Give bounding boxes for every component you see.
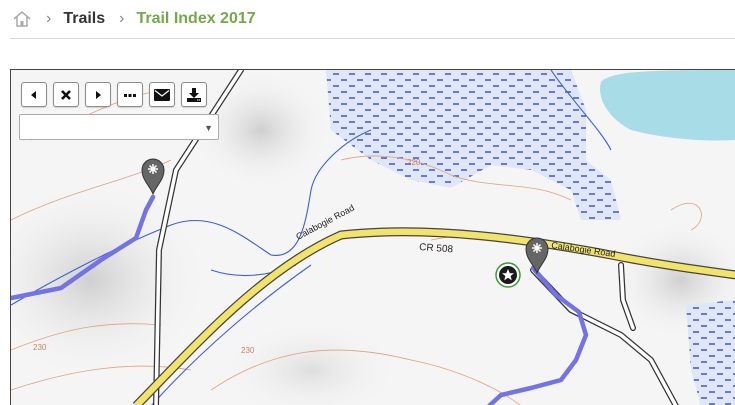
layer-select[interactable]: ▼ bbox=[19, 114, 219, 140]
home-icon[interactable] bbox=[12, 9, 32, 29]
snowflake-icon bbox=[532, 243, 542, 253]
breadcrumb-trails-link[interactable]: Trails bbox=[63, 10, 105, 28]
next-button[interactable] bbox=[85, 82, 111, 107]
envelope-icon bbox=[154, 88, 170, 101]
caret-left-icon bbox=[31, 90, 36, 99]
wetland-area bbox=[686, 300, 735, 405]
breadcrumb-current: Trail Index 2017 bbox=[136, 10, 256, 27]
chevron-down-icon: ▼ bbox=[204, 123, 213, 133]
breadcrumb: › Trails › Trail Index 2017 bbox=[0, 0, 735, 38]
divider bbox=[10, 38, 735, 39]
lake bbox=[600, 70, 735, 141]
map-view[interactable]: Calabogie Road Calabogie Road CR 508 220… bbox=[10, 69, 735, 405]
close-button[interactable] bbox=[53, 82, 79, 107]
contour-label: 230 bbox=[33, 343, 47, 352]
trailhead-marker[interactable] bbox=[141, 158, 165, 196]
contour-label: 220 bbox=[407, 158, 421, 167]
x-icon bbox=[61, 89, 71, 100]
trailhead-marker[interactable] bbox=[525, 237, 549, 275]
contour-label: 230 bbox=[241, 346, 255, 355]
ellipsis-icon bbox=[124, 93, 136, 97]
breadcrumb-separator: › bbox=[119, 10, 125, 27]
snowflake-icon bbox=[148, 164, 158, 174]
breadcrumb-separator: › bbox=[46, 10, 52, 27]
download-button[interactable] bbox=[181, 82, 207, 107]
download-icon bbox=[187, 87, 201, 102]
wetland-area bbox=[326, 70, 621, 220]
more-button[interactable] bbox=[117, 82, 143, 107]
road-label: Calabogie Road bbox=[551, 240, 616, 259]
email-button[interactable] bbox=[149, 82, 175, 107]
terrain-shade bbox=[221, 320, 401, 405]
route-label: CR 508 bbox=[419, 242, 454, 255]
previous-button[interactable] bbox=[21, 82, 47, 107]
map-toolbar bbox=[21, 82, 207, 107]
caret-right-icon bbox=[96, 90, 101, 99]
poi-marker[interactable] bbox=[495, 262, 521, 288]
